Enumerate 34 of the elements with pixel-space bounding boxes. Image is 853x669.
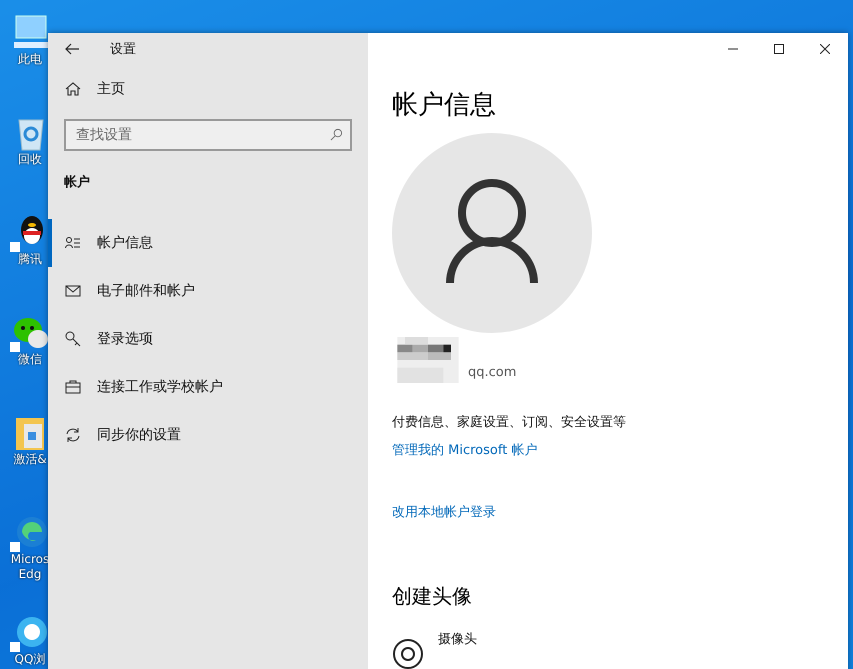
nav-item[interactable]: 登录选项 [48, 315, 368, 363]
desktop-icon-label[interactable]: 回收 [18, 152, 42, 167]
camera-option[interactable]: 摄像头 [438, 630, 477, 648]
desktop-icon-label[interactable]: QQ浏 [14, 652, 46, 667]
desktop-icon-label[interactable]: 激活& [13, 452, 47, 467]
page-heading: 帐户信息 [392, 89, 496, 121]
back-arrow-icon[interactable] [64, 41, 80, 57]
window-title: 设置 [110, 41, 136, 58]
section-heading: 创建头像 [392, 583, 472, 610]
desktop-icon-label[interactable]: 微信 [18, 352, 42, 367]
nav-item[interactable]: 电子邮件和帐户 [48, 267, 368, 315]
section-heading: 帐户 [63, 174, 91, 191]
local-account-link[interactable]: 改用本地帐户登录 [392, 503, 496, 521]
account-description: 付费信息、家庭设置、订阅、安全设置等 [392, 414, 626, 431]
search-icon[interactable] [330, 128, 343, 141]
nav-item[interactable]: 连接工作或学校帐户 [48, 363, 368, 411]
desktop-icon-label[interactable]: 此电 [18, 52, 42, 67]
home-icon[interactable] [65, 81, 81, 97]
home-link[interactable]: 主页 [97, 80, 125, 98]
camera-icon[interactable] [392, 638, 424, 669]
sync-icon [65, 427, 81, 443]
nav-item[interactable]: 帐户信息 [48, 219, 368, 267]
person-list-icon [65, 235, 81, 251]
desktop-icon-label[interactable]: Micros [10, 552, 50, 567]
nav-item[interactable]: 同步你的设置 [48, 411, 368, 459]
manage-account-link[interactable]: 管理我的 Microsoft 帐户 [392, 441, 538, 459]
desktop-icon-label[interactable]: 腾讯 [18, 252, 42, 267]
envelope-icon [65, 283, 81, 299]
key-icon [65, 331, 81, 347]
search-field[interactable]: 查找设置 [64, 119, 352, 151]
desktop-icon-label[interactable]: Edg [18, 567, 42, 582]
avatar-placeholder-icon [392, 133, 592, 333]
account-email: qq.com [468, 365, 516, 380]
briefcase-icon [65, 379, 81, 395]
